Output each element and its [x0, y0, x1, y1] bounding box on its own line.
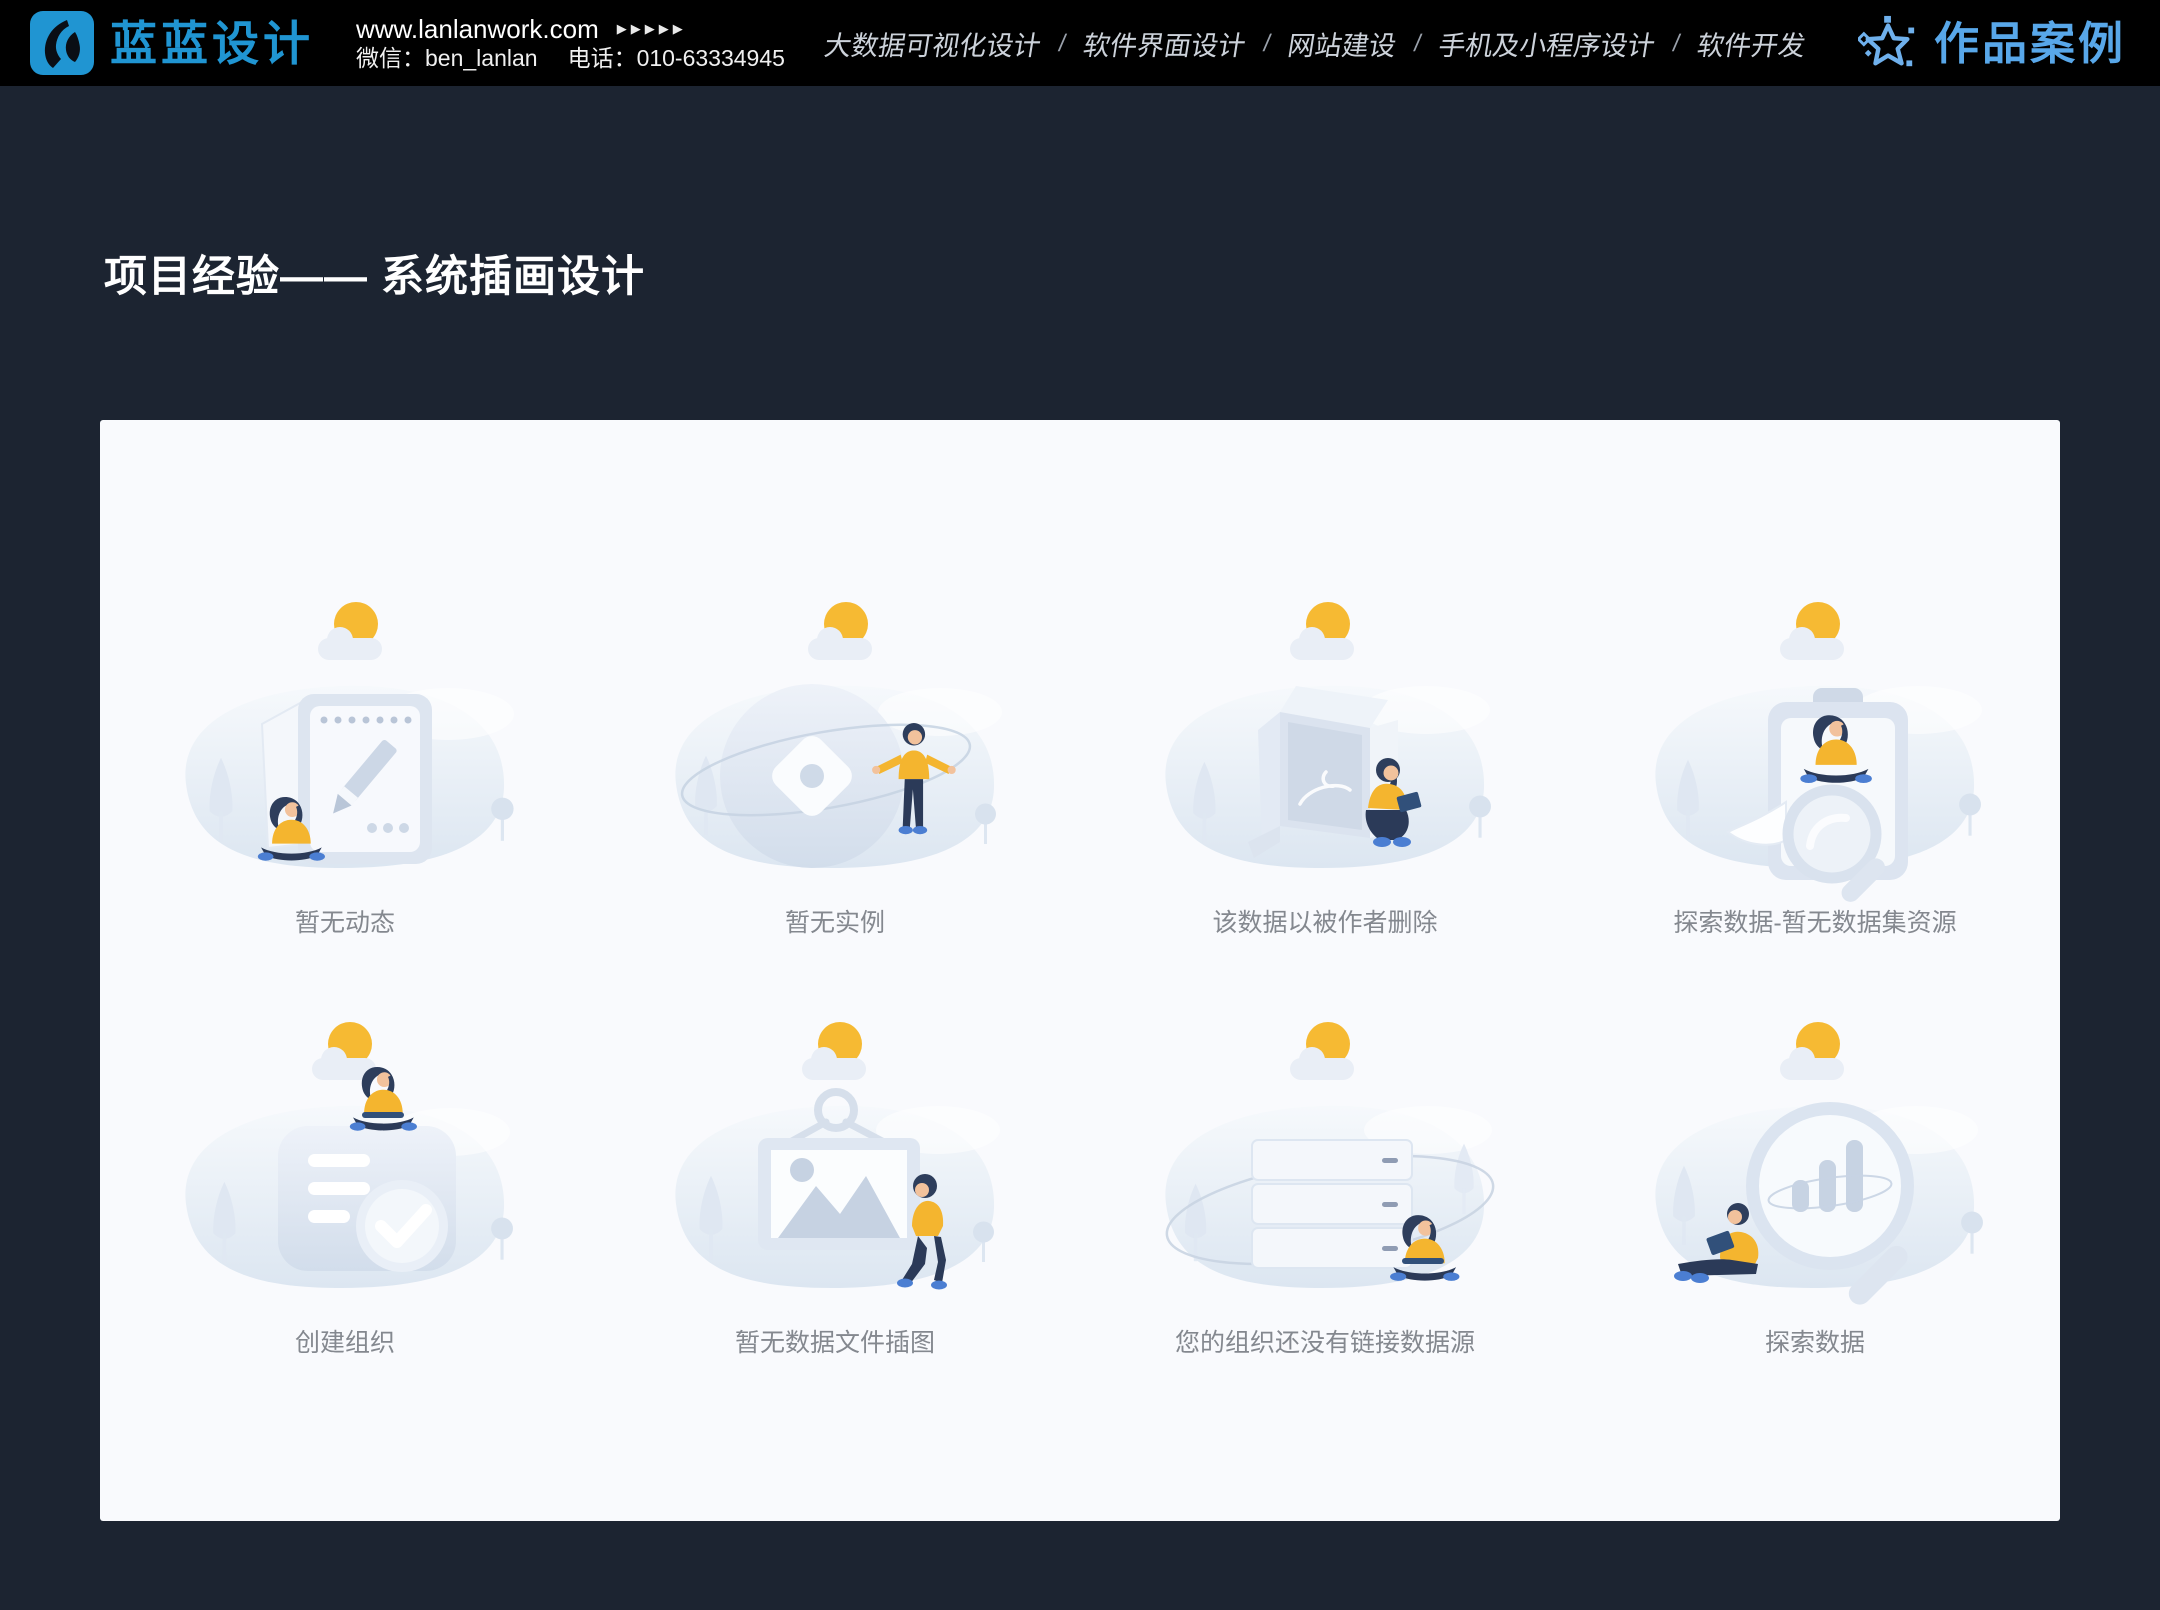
nav-item-bigdata[interactable]: 大数据可视化设计	[822, 24, 1044, 63]
nav-separator: /	[1262, 29, 1273, 57]
nav-separator: /	[1671, 29, 1682, 57]
nav-separator: /	[1412, 29, 1423, 57]
nav-separator: /	[1057, 29, 1068, 57]
nav-item-software-ui[interactable]: 软件界面设计	[1081, 24, 1249, 63]
services-nav: 大数据可视化设计 / 软件界面设计 / 网站建设 / 手机及小程序设计 / 软件…	[822, 24, 1809, 63]
contact-block: www.lanlanwork.com ▶▶▶▶▶ 微信： ben_lanlan …	[356, 15, 785, 72]
illustration-tile-explore-data: 探索数据	[1620, 1014, 2010, 1358]
notepad-pencil-illustration	[150, 594, 540, 904]
illustration-caption: 暂无实例	[785, 908, 885, 938]
page-title: 项目经验—— 系统插画设计	[104, 242, 2160, 304]
illustration-caption: 暂无数据文件插图	[735, 1328, 935, 1358]
top-header: 蓝蓝设计 www.lanlanwork.com ▶▶▶▶▶ 微信： ben_la…	[0, 0, 2160, 86]
picture-frame-illustration	[640, 1014, 1030, 1324]
phone-label: 电话：	[568, 46, 637, 71]
illustration-caption: 探索数据	[1765, 1328, 1865, 1358]
illustration-caption: 您的组织还没有链接数据源	[1175, 1328, 1475, 1358]
illustration-tile-no-data-file: 暂无数据文件插图	[640, 1014, 1030, 1358]
magnifier-bar-chart-illustration	[1620, 1014, 2010, 1324]
illustration-caption: 创建组织	[295, 1328, 395, 1358]
illustration-tile-no-dataset: 探索数据-暂无数据集资源	[1620, 594, 2010, 938]
wechat-value: ben_lanlan	[425, 46, 538, 71]
nav-item-mobile-miniapp[interactable]: 手机及小程序设计	[1436, 24, 1658, 63]
nav-item-software-dev[interactable]: 软件开发	[1695, 24, 1809, 63]
illustration-caption: 暂无动态	[295, 908, 395, 938]
illustration-tile-create-org: 创建组织	[150, 1014, 540, 1358]
server-stack-illustration	[1130, 1014, 1520, 1324]
wechat-label: 微信：	[356, 46, 425, 71]
illustration-caption: 探索数据-暂无数据集资源	[1673, 908, 1956, 938]
portfolio-label: 作品案例	[1934, 21, 2126, 66]
illustration-tile-no-activity: 暂无动态	[150, 594, 540, 938]
magic-star-icon	[1858, 14, 1920, 72]
illustration-tile-no-datasource: 您的组织还没有链接数据源	[1130, 1014, 1520, 1358]
arrows-decoration: ▶▶▶▶▶	[617, 22, 687, 36]
website-text: www.lanlanwork.com	[356, 15, 599, 44]
illustration-tile-no-instance: 暂无实例	[640, 594, 1030, 938]
lanlan-logo-icon	[30, 11, 94, 75]
empty-open-box-illustration	[1130, 594, 1520, 904]
card-check-badge-illustration	[150, 1014, 540, 1324]
portfolio-link[interactable]: 作品案例	[1858, 14, 2130, 72]
nav-item-website[interactable]: 网站建设	[1286, 24, 1400, 63]
phone-value: 010-63334945	[637, 46, 785, 71]
brand: 蓝蓝设计	[30, 11, 314, 75]
brand-name: 蓝蓝设计	[110, 20, 314, 67]
illustration-caption: 该数据以被作者删除	[1212, 908, 1437, 938]
illustration-tile-data-deleted: 该数据以被作者删除	[1130, 594, 1520, 938]
compass-planet-illustration	[640, 594, 1030, 904]
illustrations-panel: 暂无动态 暂无实例	[100, 420, 2060, 1521]
clipboard-magnifier-illustration	[1620, 594, 2010, 904]
